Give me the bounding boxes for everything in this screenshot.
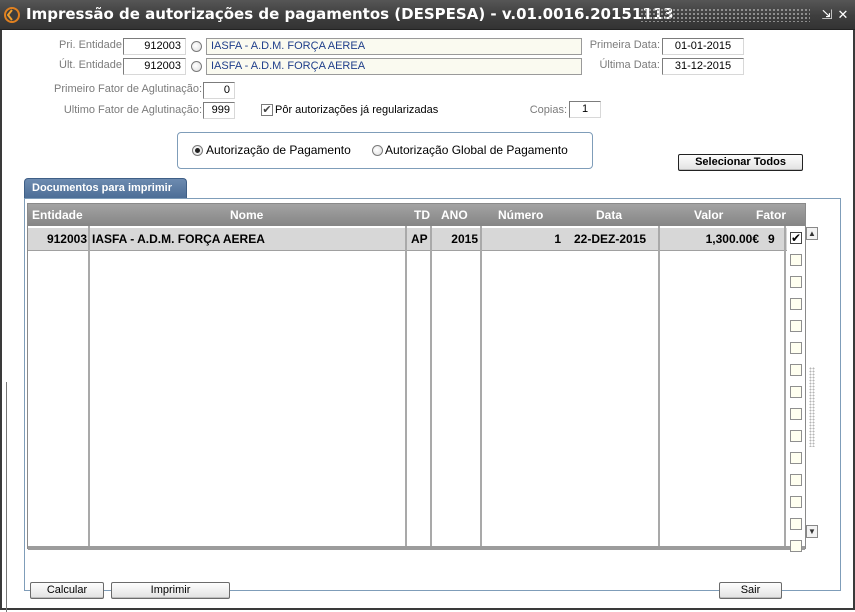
copias-label: Copias: [529, 104, 567, 116]
close-icon[interactable]: ✕ [836, 7, 850, 23]
primeira-data-label: Primeira Data: [589, 39, 660, 51]
column-divider [405, 226, 407, 546]
regularizadas-label: Pôr autorizações já regularizadas [275, 104, 439, 116]
ult-entidade-name-field: IASFA - A.D.M. FORÇA AEREA [206, 58, 582, 75]
opt-autorizacao-pagamento-radio[interactable] [192, 145, 203, 156]
col-header-entidade[interactable]: Entidade [32, 208, 83, 222]
imprimir-button[interactable]: Imprimir [111, 582, 230, 599]
ultima-data-field[interactable]: 31-12-2015 [662, 58, 744, 75]
scroll-down-icon[interactable]: ▼ [806, 525, 818, 538]
ultimo-fator-field[interactable]: 999 [203, 102, 235, 119]
row-select-checkbox[interactable] [790, 386, 802, 398]
column-divider [784, 226, 786, 546]
table-footer-bar [28, 546, 805, 550]
row-select-checkbox[interactable] [790, 276, 802, 288]
ult-entidade-label: Últ. Entidade [59, 59, 122, 71]
row-select-checkbox[interactable] [790, 518, 802, 530]
table-scrollbar[interactable]: ▲ ▼ [805, 227, 819, 573]
title-bar[interactable]: Impressão de autorizações de pagamentos … [0, 0, 855, 30]
regularizadas-checkbox[interactable]: ✔ [261, 104, 273, 116]
opt-autorizacao-global-label[interactable]: Autorização Global de Pagamento [385, 143, 568, 157]
row-select-checkbox[interactable] [790, 342, 802, 354]
ult-entidade-lookup-radio[interactable] [191, 61, 202, 72]
form-client-area: Pri. Entidade 912003 IASFA - A.D.M. FORÇ… [0, 30, 855, 612]
row-select-checkbox[interactable] [790, 430, 802, 442]
primeiro-fator-label: Primeiro Fator de Aglutinação: [54, 83, 202, 95]
row-select-checkbox[interactable] [790, 540, 802, 552]
opt-autorizacao-pagamento-label[interactable]: Autorização de Pagamento [206, 143, 351, 157]
column-divider [88, 226, 90, 546]
minimize-icon[interactable]: ⇲ [820, 7, 834, 23]
copias-field[interactable]: 1 [569, 101, 601, 118]
cell-ano: 2015 [451, 232, 478, 246]
cell-fator: 9 [768, 232, 775, 246]
scroll-up-icon[interactable]: ▲ [806, 227, 818, 240]
sair-button[interactable]: Sair [719, 582, 782, 599]
left-edge-line [6, 382, 7, 612]
table-header: Entidade Nome TD ANO Número Data Valor F… [28, 204, 805, 226]
window-title: Impressão de autorizações de pagamentos … [26, 5, 674, 23]
scrollbar-grip[interactable] [809, 367, 815, 447]
column-divider [480, 226, 482, 546]
col-header-numero[interactable]: Número [498, 208, 543, 222]
row-select-checkbox[interactable]: ✔ [790, 232, 802, 244]
col-header-td[interactable]: TD [414, 208, 430, 222]
cell-nome: IASFA - A.D.M. FORÇA AEREA [92, 232, 265, 246]
row-select-checkbox[interactable] [790, 320, 802, 332]
opt-autorizacao-global-radio[interactable] [372, 145, 383, 156]
pri-entidade-lookup-radio[interactable] [191, 41, 202, 52]
col-header-valor[interactable]: Valor [694, 208, 723, 222]
table-row[interactable]: 912003 IASFA - A.D.M. FORÇA AEREA AP 201… [28, 228, 787, 250]
calcular-button[interactable]: Calcular [30, 582, 104, 599]
cell-entidade: 912003 [46, 232, 87, 246]
documents-table: Entidade Nome TD ANO Número Data Valor F… [27, 203, 806, 550]
column-divider [430, 226, 432, 546]
row-select-checkbox[interactable] [790, 496, 802, 508]
row-checkbox-column: ✔ [787, 227, 805, 573]
ult-entidade-code-field[interactable]: 912003 [123, 58, 186, 75]
pri-entidade-name-field: IASFA - A.D.M. FORÇA AEREA [206, 38, 582, 55]
ultimo-fator-label: Ultimo Fator de Aglutinação: [63, 104, 202, 116]
row-select-checkbox[interactable] [790, 452, 802, 464]
title-bar-grip [640, 8, 810, 22]
cell-td: AP [411, 232, 428, 246]
ultima-data-label: Última Data: [599, 59, 660, 71]
col-header-ano[interactable]: ANO [441, 208, 468, 222]
cell-numero: 1 [554, 232, 561, 246]
row-select-checkbox[interactable] [790, 298, 802, 310]
pri-entidade-label: Pri. Entidade [59, 39, 122, 51]
row-select-checkbox[interactable] [790, 474, 802, 486]
row-separator [28, 250, 787, 251]
col-header-nome[interactable]: Nome [230, 208, 263, 222]
cell-valor: 1,300.00€ [705, 232, 759, 246]
primeiro-fator-field[interactable]: 0 [203, 82, 235, 99]
col-header-fator[interactable]: Fator [756, 208, 786, 222]
app-logo-icon [4, 7, 20, 23]
row-select-checkbox[interactable] [790, 408, 802, 420]
col-header-data[interactable]: Data [596, 208, 622, 222]
pri-entidade-code-field[interactable]: 912003 [123, 38, 186, 55]
cell-data: 22-DEZ-2015 [574, 232, 647, 246]
row-select-checkbox[interactable] [790, 254, 802, 266]
column-divider [658, 226, 660, 546]
tab-documentos-para-imprimir[interactable]: Documentos para imprimir [24, 178, 187, 199]
select-all-button[interactable]: Selecionar Todos [678, 154, 803, 171]
authorization-type-group: Autorização de Pagamento Autorização Glo… [177, 132, 593, 169]
row-select-checkbox[interactable] [790, 364, 802, 376]
primeira-data-field[interactable]: 01-01-2015 [662, 38, 744, 55]
